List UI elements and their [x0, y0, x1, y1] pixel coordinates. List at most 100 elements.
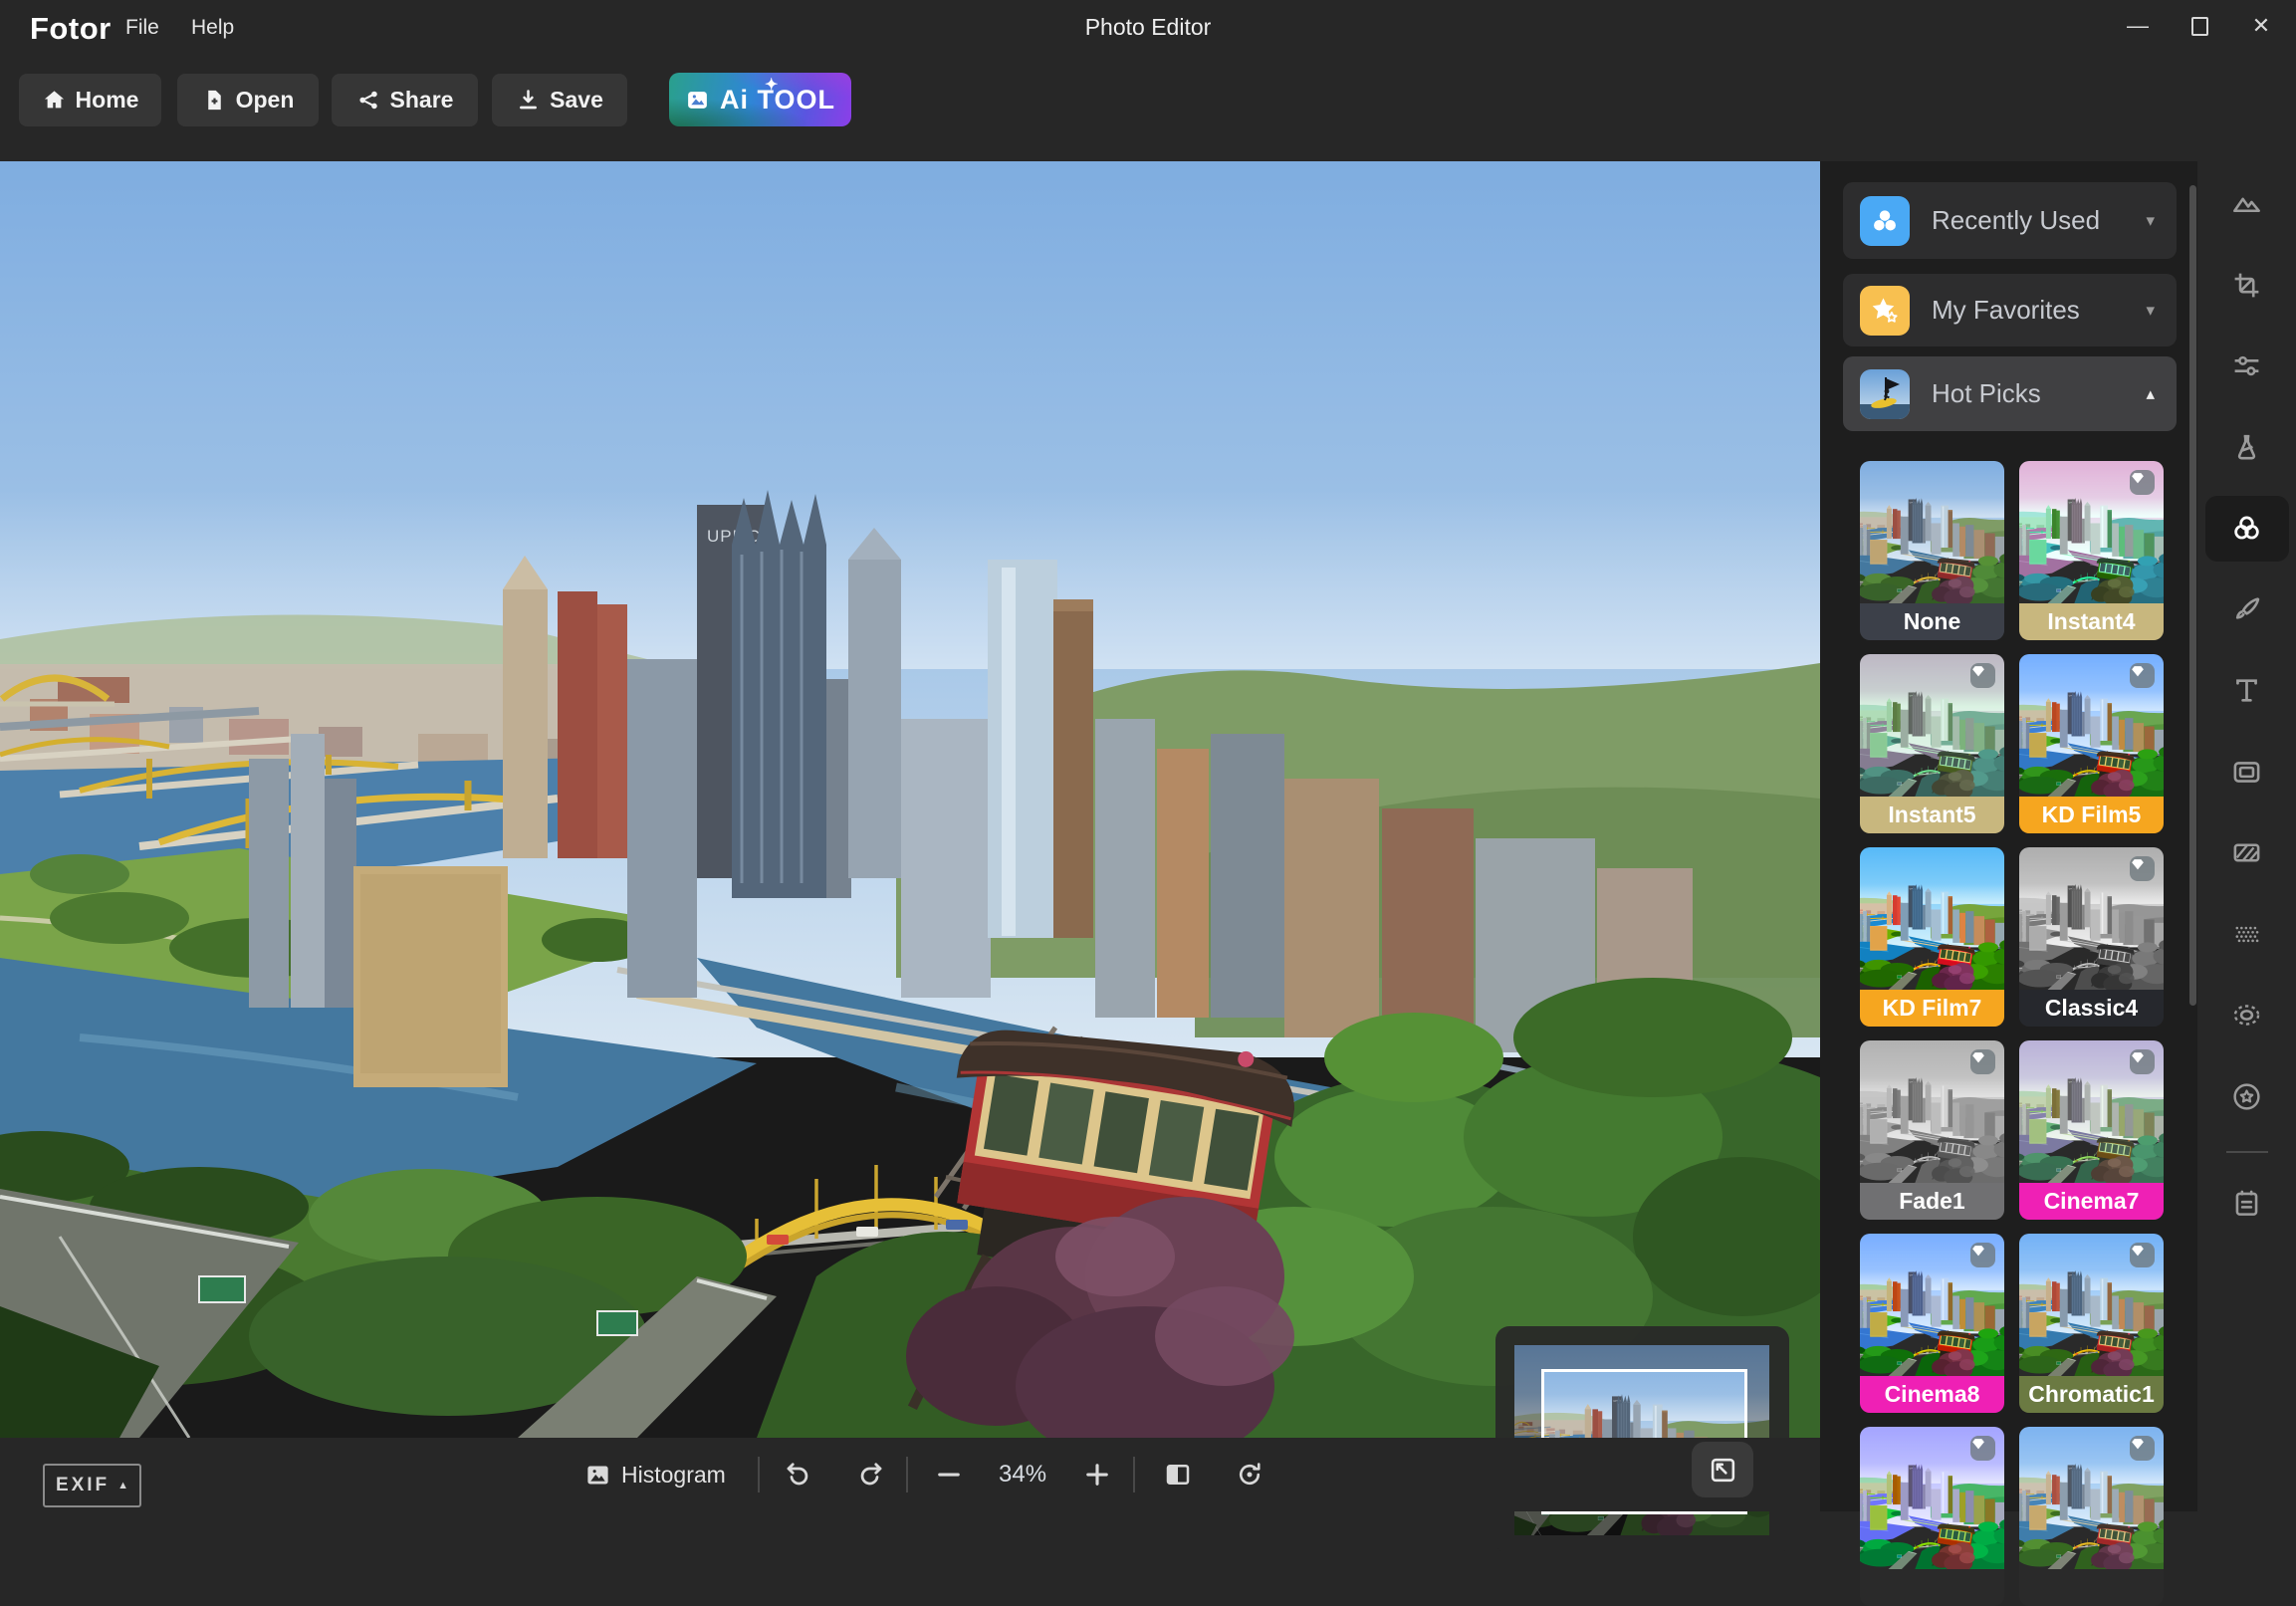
compare-button[interactable] — [1157, 1455, 1199, 1494]
panel-scrollbar[interactable] — [2189, 185, 2196, 1006]
filter-tile-none[interactable]: None — [1860, 461, 2004, 640]
filter-tile-kd-film7[interactable]: KD Film7 — [1860, 847, 2004, 1027]
filters-panel: Recently Used ▾ My Favorites ▾ Hot Picks… — [1820, 161, 2197, 1511]
open-label: Open — [236, 87, 295, 114]
filter-preview — [2019, 461, 2164, 603]
zoom-in-button[interactable] — [1076, 1455, 1118, 1494]
maximize-button[interactable] — [2182, 9, 2216, 43]
filter-tile-cinema7[interactable]: Cinema7 — [2019, 1040, 2164, 1220]
notes-icon[interactable] — [2205, 1163, 2289, 1245]
pro-badge — [2130, 1049, 2155, 1074]
header: Fotor File Help Photo Editor — ✕ Home Op… — [0, 0, 2296, 161]
text-icon[interactable] — [2205, 650, 2289, 732]
share-button[interactable]: Share — [332, 74, 478, 126]
frame-icon[interactable] — [2205, 732, 2289, 813]
filter-preview — [1860, 847, 2004, 990]
zoom-level-value: 34% — [999, 1438, 1046, 1511]
redo-icon — [856, 1460, 886, 1490]
filter-preview — [1860, 654, 2004, 797]
diamond-icon — [1970, 1436, 1986, 1452]
sticker-icon[interactable] — [2205, 1056, 2289, 1138]
filter-tile-partial[interactable] — [2019, 1427, 2164, 1606]
undo-icon — [783, 1460, 812, 1490]
filter-tile-cinema8[interactable]: Cinema8 — [1860, 1234, 2004, 1413]
filter-tile-fade1[interactable]: Fade1 — [1860, 1040, 2004, 1220]
ai-tool-button[interactable]: ✦ Ai TOOL — [669, 73, 851, 126]
filter-name-label: None — [1860, 603, 2004, 640]
filter-tile-partial[interactable] — [1860, 1427, 2004, 1606]
histogram-label: Histogram — [621, 1462, 726, 1489]
share-label: Share — [390, 87, 454, 114]
chevron-down-icon: ▾ — [2146, 211, 2155, 231]
pattern-icon[interactable] — [2205, 812, 2289, 894]
filter-preview — [2019, 654, 2164, 797]
effects-icon[interactable] — [2205, 407, 2289, 489]
divider — [1133, 1457, 1135, 1492]
crop-icon[interactable] — [2205, 245, 2289, 327]
diamond-icon — [2130, 1049, 2146, 1065]
pro-badge — [2130, 1243, 2155, 1267]
beauty-icon[interactable] — [2205, 570, 2289, 651]
section-my-favorites[interactable]: My Favorites ▾ — [1843, 274, 2177, 346]
divider — [2226, 1151, 2268, 1153]
pro-badge — [2130, 1436, 2155, 1461]
texture-icon[interactable] — [2205, 894, 2289, 976]
divider — [906, 1457, 908, 1492]
pro-badge — [1970, 1436, 1995, 1461]
pro-badge — [2130, 663, 2155, 688]
filter-tile-grid: None Instant4 Instant5 KD Film5 KD Film7 — [1860, 461, 2164, 1606]
exif-button[interactable]: EXIF ▲ — [43, 1464, 141, 1507]
zoom-out-button[interactable] — [928, 1455, 970, 1494]
section-label: Hot Picks — [1932, 378, 2146, 409]
filter-name-label: Instant4 — [2019, 603, 2164, 640]
histogram-icon — [584, 1462, 611, 1489]
reset-icon — [1235, 1460, 1264, 1490]
reset-button[interactable] — [1229, 1455, 1270, 1494]
section-label: Recently Used — [1932, 205, 2146, 236]
save-button[interactable]: Save — [492, 74, 627, 126]
section-recently-used[interactable]: Recently Used ▾ — [1843, 182, 2177, 259]
filter-preview — [2019, 1427, 2164, 1569]
plus-icon — [1082, 1460, 1112, 1490]
diamond-icon — [2130, 1436, 2146, 1452]
redo-button[interactable] — [850, 1455, 892, 1494]
undo-button[interactable] — [777, 1455, 818, 1494]
pro-badge — [2130, 856, 2155, 881]
diamond-icon — [2130, 470, 2146, 486]
pro-badge — [1970, 1243, 1995, 1267]
filter-name-label: Cinema8 — [1860, 1376, 2004, 1413]
fit-screen-button[interactable] — [1692, 1442, 1753, 1497]
pro-badge — [1970, 1049, 1995, 1074]
adjust-icon[interactable] — [2205, 326, 2289, 407]
favorites-star-icon — [1860, 286, 1910, 336]
filter-name-label: Fade1 — [1860, 1183, 2004, 1220]
home-button[interactable]: Home — [19, 74, 161, 126]
photo-canvas[interactable] — [0, 161, 1820, 1438]
recently-used-icon — [1860, 196, 1910, 246]
section-hot-picks[interactable]: Hot Picks ▴ — [1843, 356, 2177, 431]
filter-preview — [1860, 1427, 2004, 1569]
compare-icon — [1163, 1460, 1193, 1490]
histogram-toggle[interactable]: Histogram — [584, 1438, 726, 1511]
home-label: Home — [76, 87, 139, 114]
filter-preview — [2019, 1040, 2164, 1183]
diamond-icon — [2130, 663, 2146, 679]
filter-tile-instant5[interactable]: Instant5 — [1860, 654, 2004, 833]
open-button[interactable]: Open — [177, 74, 319, 126]
filter-tile-classic4[interactable]: Classic4 — [2019, 847, 2164, 1027]
vignette-icon[interactable] — [2205, 975, 2289, 1056]
minimize-button[interactable]: — — [2121, 9, 2155, 43]
diamond-icon — [1970, 1049, 1986, 1065]
filter-tile-chromatic1[interactable]: Chromatic1 — [2019, 1234, 2164, 1413]
sparkle-icon: ✦ — [765, 75, 779, 95]
filter-name-label: KD Film7 — [1860, 990, 2004, 1027]
close-button[interactable]: ✕ — [2244, 9, 2278, 43]
scenes-icon[interactable] — [2205, 163, 2289, 245]
fit-screen-icon — [1708, 1455, 1738, 1486]
exif-label: EXIF — [56, 1475, 110, 1496]
filter-tile-kd-film5[interactable]: KD Film5 — [2019, 654, 2164, 833]
open-file-icon — [202, 88, 227, 113]
filters-icon[interactable] — [2205, 496, 2289, 562]
diamond-icon — [2130, 856, 2146, 872]
filter-tile-instant4[interactable]: Instant4 — [2019, 461, 2164, 640]
